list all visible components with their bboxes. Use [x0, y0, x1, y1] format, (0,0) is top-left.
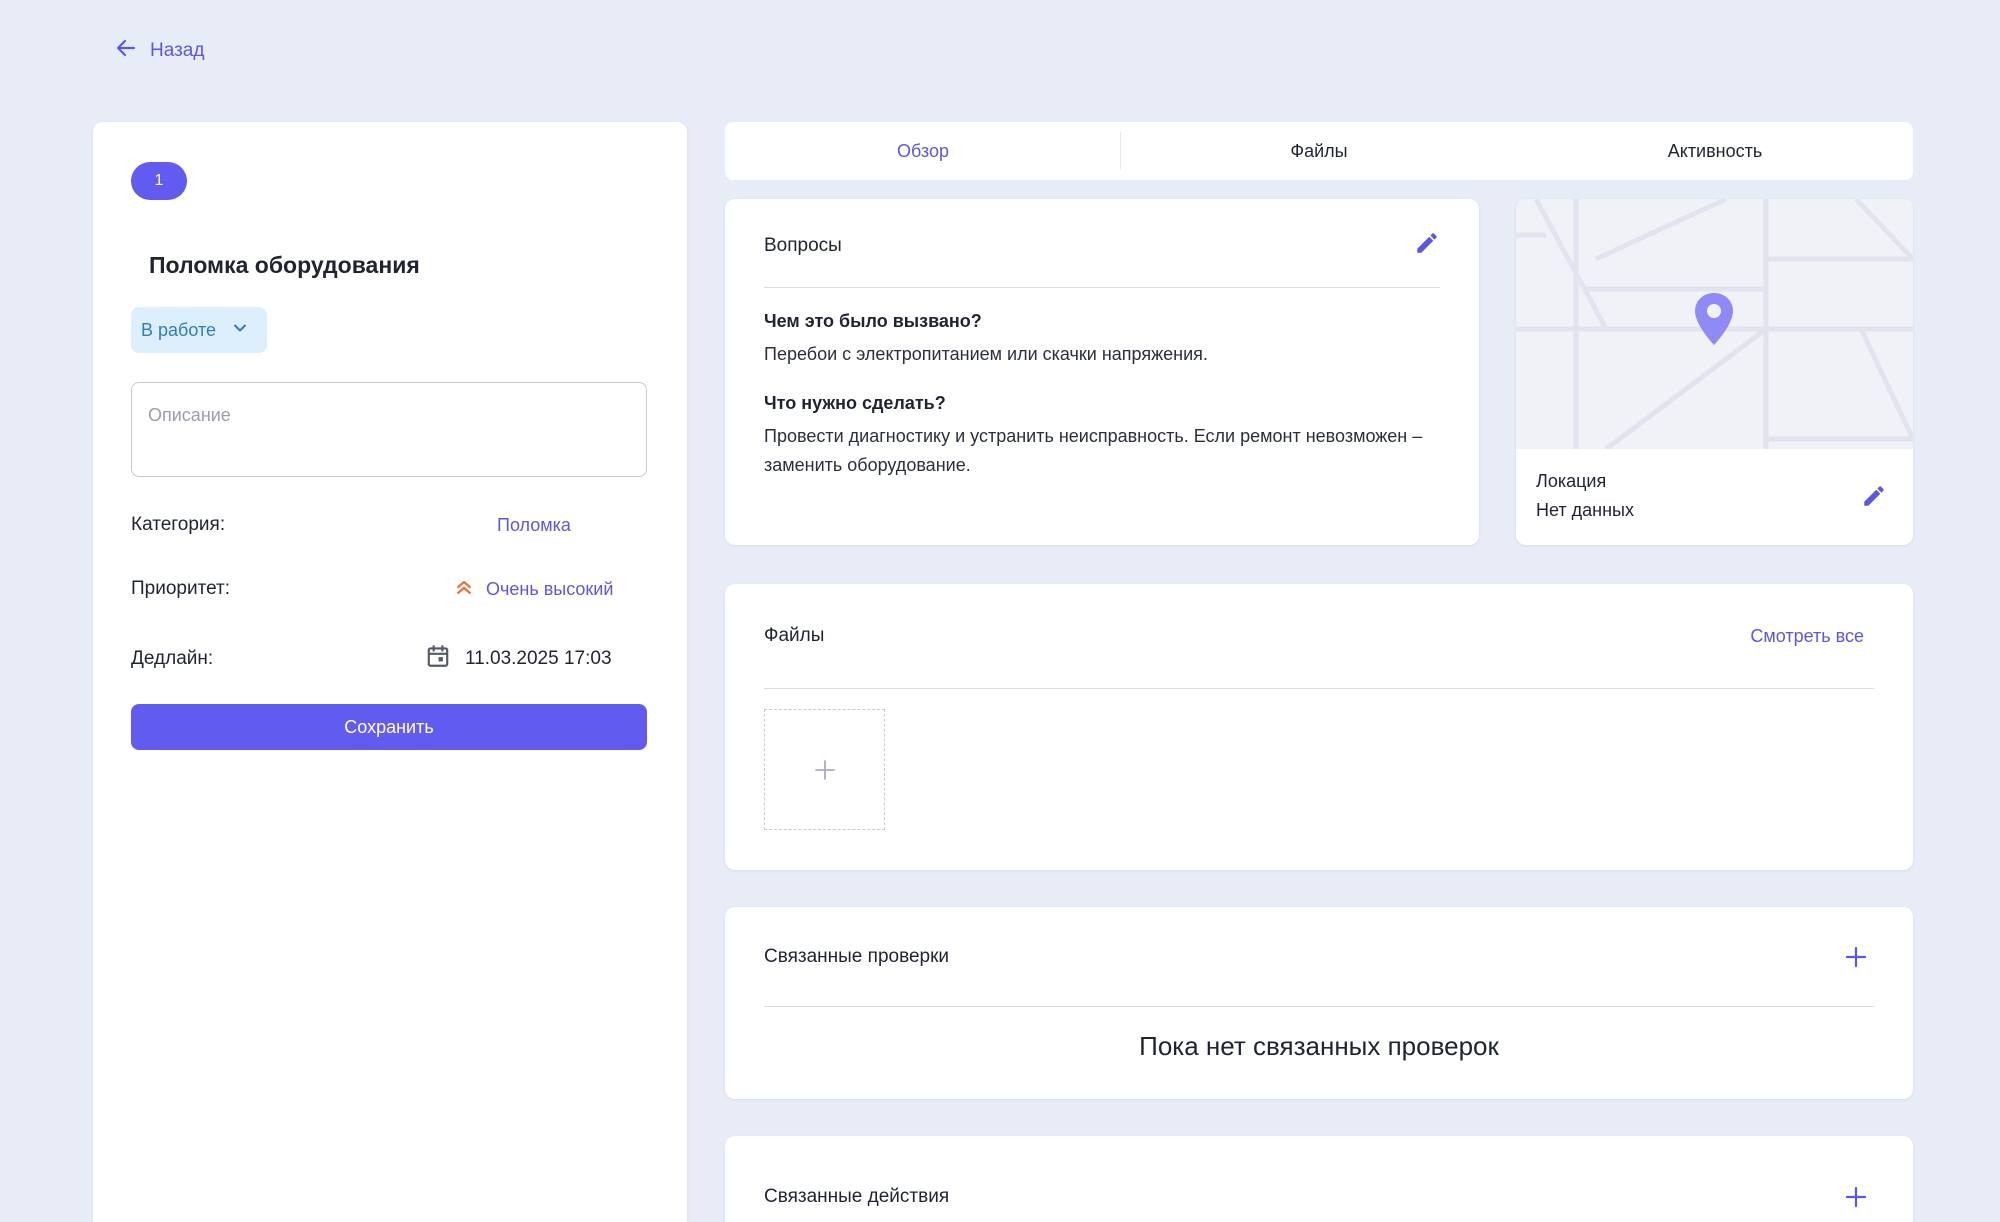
save-button[interactable]: Сохранить	[131, 704, 647, 750]
calendar-icon	[425, 643, 451, 675]
pencil-icon[interactable]	[1414, 230, 1440, 262]
map-graphic	[1516, 199, 1913, 449]
incident-panel: 1 Поломка оборудования В работе Категори…	[93, 122, 687, 1222]
description-field[interactable]	[131, 382, 647, 477]
back-label: Назад	[150, 40, 205, 61]
files-card: Файлы Смотреть все	[725, 584, 1913, 870]
plus-icon	[814, 759, 835, 780]
question-item: Что нужно сделать? Провести диагностику …	[764, 389, 1440, 480]
files-header: Файлы Смотреть все	[764, 584, 1874, 689]
arrow-left-icon	[114, 36, 138, 66]
files-title: Файлы	[764, 625, 825, 646]
questions-title: Вопросы	[764, 235, 842, 256]
tab-overview[interactable]: Обзор	[725, 122, 1121, 180]
upload-file-tile[interactable]	[764, 709, 885, 830]
location-value: Нет данных	[1536, 500, 1634, 520]
deadline-row: Дедлайн: 11.03.2025 17:03	[131, 645, 647, 670]
incident-title: Поломка оборудования	[149, 252, 420, 278]
questions-card: Вопросы Чем это было вызвано? Перебои с …	[725, 199, 1479, 545]
deadline-value: 11.03.2025 17:03	[465, 648, 612, 669]
chevron-down-icon	[230, 318, 250, 343]
category-row: Категория: Поломка	[131, 514, 647, 536]
linked-checks-title: Связанные проверки	[764, 945, 950, 967]
deadline-picker[interactable]: 11.03.2025 17:03	[425, 643, 612, 675]
linked-checks-empty: Пока нет связанных проверок	[1139, 1031, 1499, 1061]
question-text: Чем это было вызвано?	[764, 311, 982, 331]
location-map[interactable]	[1516, 199, 1913, 449]
back-link[interactable]: Назад	[114, 36, 204, 66]
location-card: Локация Нет данных	[1516, 199, 1913, 545]
tab-activity[interactable]: Активность	[1517, 122, 1913, 180]
see-all-link[interactable]: Смотреть все	[1750, 626, 1864, 647]
location-label: Локация	[1536, 471, 1607, 491]
linked-actions-header: Связанные действия	[764, 1136, 1874, 1222]
category-label: Категория:	[131, 514, 226, 535]
priority-selector[interactable]: Очень высокий	[454, 577, 613, 602]
priority-value: Очень высокий	[486, 578, 614, 599]
tab-bar: Обзор Файлы Активность	[725, 122, 1913, 180]
linked-checks-card: Связанные проверки Пока нет связанных пр…	[725, 907, 1913, 1099]
linked-checks-header: Связанные проверки	[764, 907, 1874, 1007]
answer-text: Провести диагностику и устранить неиспра…	[764, 426, 1423, 475]
priority-label: Приоритет:	[131, 578, 230, 599]
deadline-label: Дедлайн:	[131, 648, 214, 669]
question-text: Что нужно сделать?	[764, 393, 946, 413]
plus-icon[interactable]	[1844, 945, 1868, 969]
pencil-icon[interactable]	[1861, 483, 1887, 509]
category-value[interactable]: Поломка	[497, 515, 571, 536]
question-item: Чем это было вызвано? Перебои с электроп…	[764, 307, 1440, 369]
questions-header: Вопросы	[764, 199, 1440, 288]
answer-text: Перебои с электропитанием или скачки нап…	[764, 344, 1208, 364]
linked-actions-card: Связанные действия	[725, 1136, 1913, 1222]
status-value: В работе	[141, 319, 217, 340]
tab-files[interactable]: Файлы	[1121, 122, 1517, 180]
priority-row: Приоритет: Очень высокий	[131, 578, 647, 600]
plus-icon[interactable]	[1844, 1185, 1868, 1209]
double-chevron-up-icon	[454, 577, 474, 602]
incident-id-badge: 1	[131, 162, 187, 200]
linked-actions-title: Связанные действия	[764, 1186, 950, 1207]
status-dropdown[interactable]: В работе	[131, 307, 267, 353]
